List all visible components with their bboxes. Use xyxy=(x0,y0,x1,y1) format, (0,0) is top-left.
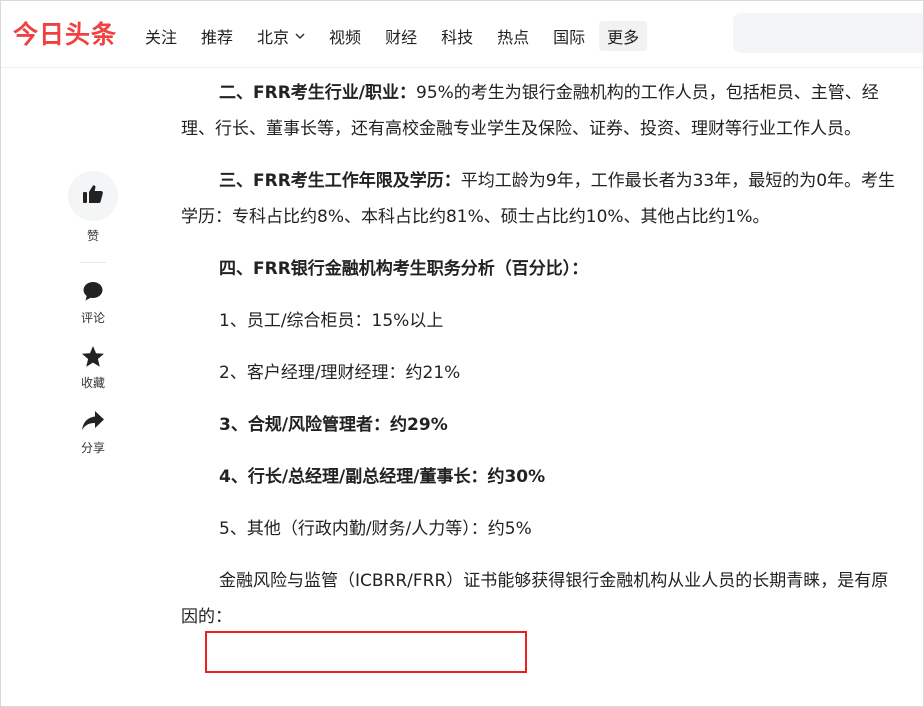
paragraph-experience: 三、FRR考生工作年限及学历：平均工龄为9年，工作最长者为33年，最短的为0年。… xyxy=(181,163,901,235)
share-button[interactable]: 分享 xyxy=(67,409,119,456)
paragraph-experience-title: 三、FRR考生工作年限及学历： xyxy=(219,171,461,191)
nav-item-follow[interactable]: 关注 xyxy=(145,24,177,48)
top-header: 今日头条 关注 推荐 北京 视频 财经 科技 热点 国际 更多 xyxy=(1,1,923,68)
like-label: 赞 xyxy=(86,229,99,243)
rail-divider xyxy=(80,262,106,263)
channel-nav: 关注 推荐 北京 视频 财经 科技 热点 国际 更多 xyxy=(145,21,648,51)
favorite-button[interactable]: 收藏 xyxy=(67,344,119,391)
like-icon-wrap xyxy=(68,171,118,221)
search-input[interactable] xyxy=(733,13,923,53)
paragraph-positions-title: 四、FRR银行金融机构考生职务分析（百分比）： xyxy=(181,251,901,287)
nav-item-city[interactable]: 北京 xyxy=(257,24,305,48)
nav-item-video[interactable]: 视频 xyxy=(329,24,361,48)
paragraph-certificate: 金融风险与监管（ICBRR/FRR）证书能够获得银行金融机构从业人员的长期青睐，… xyxy=(181,563,901,635)
site-logo[interactable]: 今日头条 xyxy=(13,15,117,51)
share-label: 分享 xyxy=(80,441,105,455)
nav-item-finance[interactable]: 财经 xyxy=(385,24,417,48)
list-item: 5、其他（行政内勤/财务/人力等）：约5% xyxy=(219,519,532,539)
nav-item-international[interactable]: 国际 xyxy=(553,24,585,48)
list-item: 1、员工/综合柜员：15%以上 xyxy=(219,311,444,331)
chevron-down-icon xyxy=(295,30,305,43)
paragraph-industry-title: 二、FRR考生行业/职业： xyxy=(219,83,417,103)
nav-item-recommend[interactable]: 推荐 xyxy=(201,24,233,48)
nav-item-hot[interactable]: 热点 xyxy=(497,24,529,48)
comment-button[interactable]: 评论 xyxy=(67,279,119,326)
article-body: 二、FRR考生行业/职业：95%的考生为银行金融机构的工作人员，包括柜员、主管、… xyxy=(181,75,901,635)
positions-heading: 四、FRR银行金融机构考生职务分析（百分比）： xyxy=(219,259,589,279)
highlight-annotation-box xyxy=(205,631,527,673)
nav-item-tech[interactable]: 科技 xyxy=(441,24,473,48)
list-item: 4、行长/总经理/副总经理/董事长：约30% xyxy=(219,467,546,487)
like-button[interactable]: 赞 xyxy=(67,171,119,244)
paragraph-industry: 二、FRR考生行业/职业：95%的考生为银行金融机构的工作人员，包括柜员、主管、… xyxy=(181,75,901,147)
comment-icon xyxy=(80,279,106,303)
share-arrow-icon xyxy=(80,409,106,433)
list-item: 3、合规/风险管理者：约29% xyxy=(219,415,448,435)
thumbs-up-icon xyxy=(82,184,104,208)
certificate-highlight-text: 金融风险与监管（ICBRR/FRR）证书 xyxy=(219,571,498,591)
action-rail: 赞 评论 收藏 分享 xyxy=(67,171,119,474)
nav-item-city-label: 北京 xyxy=(257,28,290,47)
nav-more-button[interactable]: 更多 xyxy=(599,21,648,51)
favorite-label: 收藏 xyxy=(80,376,105,390)
star-icon xyxy=(80,344,106,368)
browser-frame: 今日头条 关注 推荐 北京 视频 财经 科技 热点 国际 更多 赞 评论 收藏 … xyxy=(0,0,924,707)
comment-label: 评论 xyxy=(80,311,105,325)
list-item: 2、客户经理/理财经理：约21% xyxy=(219,363,461,383)
